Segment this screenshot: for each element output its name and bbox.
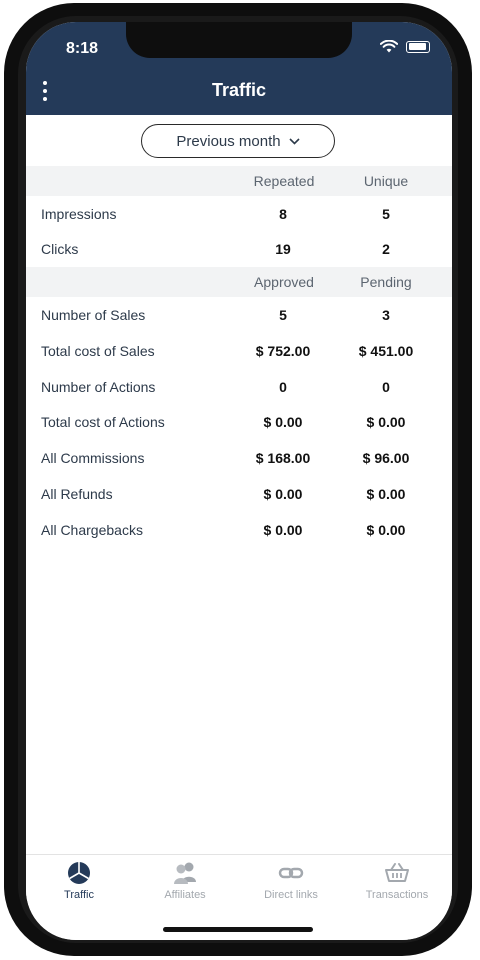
app-header: 8:18 Traffic [26, 22, 452, 115]
all-refunds-pending: $ 0.00 [366, 486, 406, 502]
impressions-repeated: 8 [279, 206, 287, 222]
tab-label-affiliates: Affiliates [164, 889, 206, 901]
impressions-unique: 5 [382, 206, 390, 222]
all-chargebacks-approved: $ 0.00 [263, 522, 303, 538]
row-label-all-refunds: All Refunds [41, 486, 113, 502]
column-header-approved: Approved [254, 274, 314, 290]
all-commissions-pending: $ 96.00 [362, 450, 410, 466]
number-of-actions-approved: 0 [279, 379, 287, 395]
page-title: Traffic [211, 80, 267, 100]
tab-label-direct-links: Direct links [264, 889, 318, 901]
chevron-down-icon [289, 138, 300, 145]
row-label-all-commissions: All Commissions [41, 450, 145, 466]
total-cost-of-actions-pending: $ 0.00 [366, 414, 406, 430]
period-dropdown[interactable]: Previous month [141, 124, 335, 158]
total-cost-of-actions-approved: $ 0.00 [263, 414, 303, 430]
column-header-repeated: Repeated [253, 173, 315, 189]
tab-label-traffic: Traffic [64, 889, 94, 901]
battery-icon [406, 40, 430, 53]
users-icon [174, 862, 196, 884]
total-cost-of-sales-approved: $ 752.00 [255, 343, 311, 359]
wifi-icon [380, 40, 398, 53]
all-refunds-approved: $ 0.00 [263, 486, 303, 502]
number-of-sales-approved: 5 [279, 307, 287, 323]
row-label-number-of-sales: Number of Sales [41, 307, 146, 323]
row-label-impressions: Impressions [41, 206, 117, 222]
clicks-unique: 2 [382, 241, 390, 257]
tab-affiliates[interactable]: Affiliates [132, 861, 238, 913]
pie-chart-icon [68, 862, 90, 884]
link-icon [278, 867, 304, 879]
row-label-clicks: Clicks [41, 241, 79, 257]
tab-traffic[interactable]: Traffic [26, 861, 132, 913]
column-header-pending: Pending [360, 274, 412, 290]
home-indicator [163, 927, 313, 932]
tab-transactions[interactable]: Transactions [344, 861, 450, 913]
total-cost-of-sales-pending: $ 451.00 [358, 343, 414, 359]
row-label-total-cost-of-sales: Total cost of Sales [41, 343, 155, 359]
status-time: 8:18 [66, 40, 99, 57]
status-icons [380, 40, 430, 53]
app-screen: 8:18 Traffic Previous month Repeated Uni… [26, 22, 452, 940]
row-label-total-cost-of-actions: Total cost of Actions [41, 414, 165, 430]
all-chargebacks-pending: $ 0.00 [366, 522, 406, 538]
number-of-actions-pending: 0 [382, 379, 390, 395]
period-dropdown-label: Previous month [176, 132, 281, 150]
tab-direct-links[interactable]: Direct links [238, 861, 344, 913]
row-label-all-chargebacks: All Chargebacks [41, 522, 143, 538]
number-of-sales-pending: 3 [382, 307, 390, 323]
basket-icon [385, 863, 409, 882]
clicks-repeated: 19 [275, 241, 291, 257]
all-commissions-approved: $ 168.00 [255, 450, 311, 466]
column-header-unique: Unique [363, 173, 409, 189]
row-label-number-of-actions: Number of Actions [41, 379, 156, 395]
tab-label-transactions: Transactions [365, 889, 429, 901]
device-notch [126, 22, 352, 58]
